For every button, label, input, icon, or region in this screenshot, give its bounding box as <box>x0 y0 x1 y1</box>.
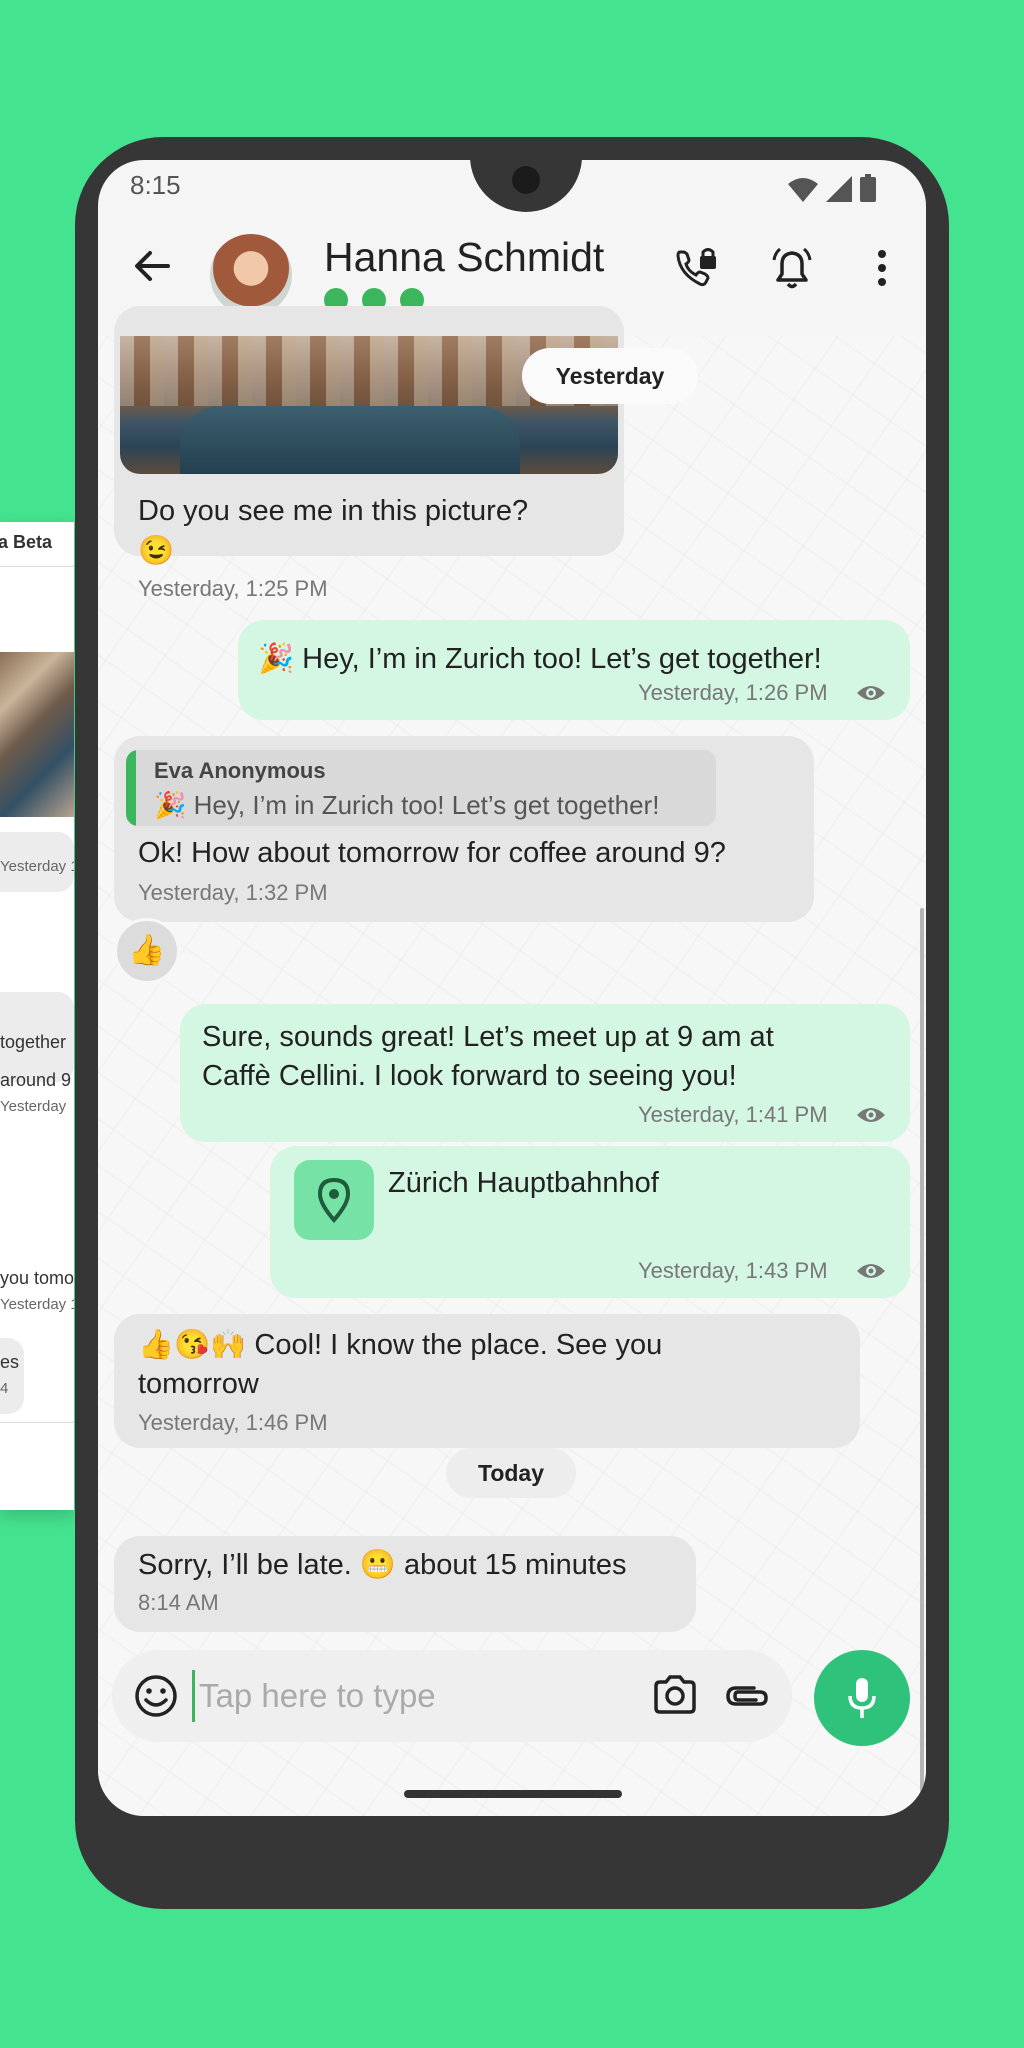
date-divider-pill: Today <box>446 1448 576 1498</box>
paperclip-icon[interactable] <box>724 1678 770 1714</box>
microphone-icon <box>848 1678 876 1718</box>
message-time: Yesterday, 1:43 PM <box>638 1258 828 1283</box>
more-options-icon[interactable] <box>858 244 906 292</box>
secure-call-icon[interactable] <box>672 244 720 292</box>
peek-text: around 9 <box>0 1070 72 1090</box>
message-time: Yesterday, 1:25 PM <box>138 576 328 601</box>
message-time: Yesterday, 1:26 PM <box>638 680 828 705</box>
quoted-message[interactable]: Eva Anonymous 🎉 Hey, I’m in Zurich too! … <box>126 750 716 826</box>
microphone-button[interactable] <box>814 1650 910 1746</box>
front-camera <box>512 166 540 194</box>
peek-text: together <box>0 1032 67 1052</box>
peek-time: Yesterday 1 <box>0 1296 74 1313</box>
status-bar: 8:15 <box>98 160 926 222</box>
status-time: 8:15 <box>130 170 181 200</box>
message-composer <box>112 1650 792 1742</box>
contact-name[interactable]: Hanna Schmidt <box>324 234 604 281</box>
status-icons <box>788 174 876 202</box>
peek-time: Yesterday 1 <box>0 858 74 875</box>
read-receipt-eye-icon <box>857 1264 885 1278</box>
camera-icon[interactable] <box>652 1674 698 1716</box>
message-time: Yesterday, 1:32 PM <box>138 880 328 905</box>
message-text: Sorry, I’ll be late. 😬 about 15 minutes <box>138 1549 627 1581</box>
contact-avatar[interactable] <box>210 234 292 316</box>
message-text: 🎉 Hey, I’m in Zurich too! Let’s get toge… <box>258 643 822 675</box>
peek-divider <box>0 566 74 567</box>
message-input[interactable] <box>192 1670 639 1722</box>
peek-time: 4 <box>0 1380 9 1397</box>
quote-text: 🎉 Hey, I’m in Zurich too! Let’s get toge… <box>154 790 660 820</box>
wifi-icon <box>788 178 818 202</box>
message-text: Sure, sounds great! Let’s meet up at 9 a… <box>202 1021 774 1053</box>
peek-divider <box>0 1422 74 1423</box>
message-text: Caffè Cellini. I look forward to seeing … <box>202 1060 737 1092</box>
peek-bubble <box>0 1338 24 1414</box>
home-indicator[interactable] <box>404 1790 622 1798</box>
scrollbar[interactable] <box>920 908 924 1808</box>
location-name: Zürich Hauptbahnhof <box>388 1167 659 1199</box>
message-text: Ok! How about tomorrow for coffee around… <box>138 837 726 869</box>
location-pin-tile[interactable] <box>294 1160 374 1240</box>
message-time: Yesterday, 1:46 PM <box>138 1410 328 1435</box>
cell-signal-icon <box>826 176 852 202</box>
notification-bell-icon[interactable] <box>768 244 816 292</box>
peek-text: you tomor <box>0 1268 74 1288</box>
phone-screen: 8:15 Hanna Schmidt Yesterday Do you see … <box>98 160 926 1816</box>
read-receipt-eye-icon <box>857 1108 885 1122</box>
background-chat-peek: ma Beta Yesterday 1 together around 9 Ye… <box>0 522 74 1510</box>
quote-author: Eva Anonymous <box>154 758 326 783</box>
peek-title: ma Beta <box>0 532 53 552</box>
back-arrow-icon[interactable] <box>132 246 172 286</box>
emoji-icon[interactable] <box>132 1672 180 1720</box>
message-time: 8:14 AM <box>138 1590 219 1615</box>
peek-text: es <box>0 1352 20 1372</box>
message-text: tomorrow <box>138 1368 259 1400</box>
camera-notch <box>470 160 582 212</box>
message-text: Do you see me in this picture? <box>138 495 529 527</box>
peek-time: Yesterday <box>0 1098 67 1115</box>
date-divider-pill: Yesterday <box>522 348 698 404</box>
chat-area[interactable]: Yesterday Do you see me in this picture?… <box>98 306 926 1816</box>
location-pin-icon <box>317 1177 351 1224</box>
battery-icon <box>860 174 876 202</box>
read-receipt-eye-icon <box>857 686 885 700</box>
message-text: 👍😘🙌 Cool! I know the place. See you <box>138 1329 663 1361</box>
thumbs-up-reaction[interactable]: 👍 <box>114 918 180 984</box>
message-emoji: 😉 <box>138 535 175 567</box>
peek-photo <box>0 652 74 817</box>
message-time: Yesterday, 1:41 PM <box>638 1102 828 1127</box>
